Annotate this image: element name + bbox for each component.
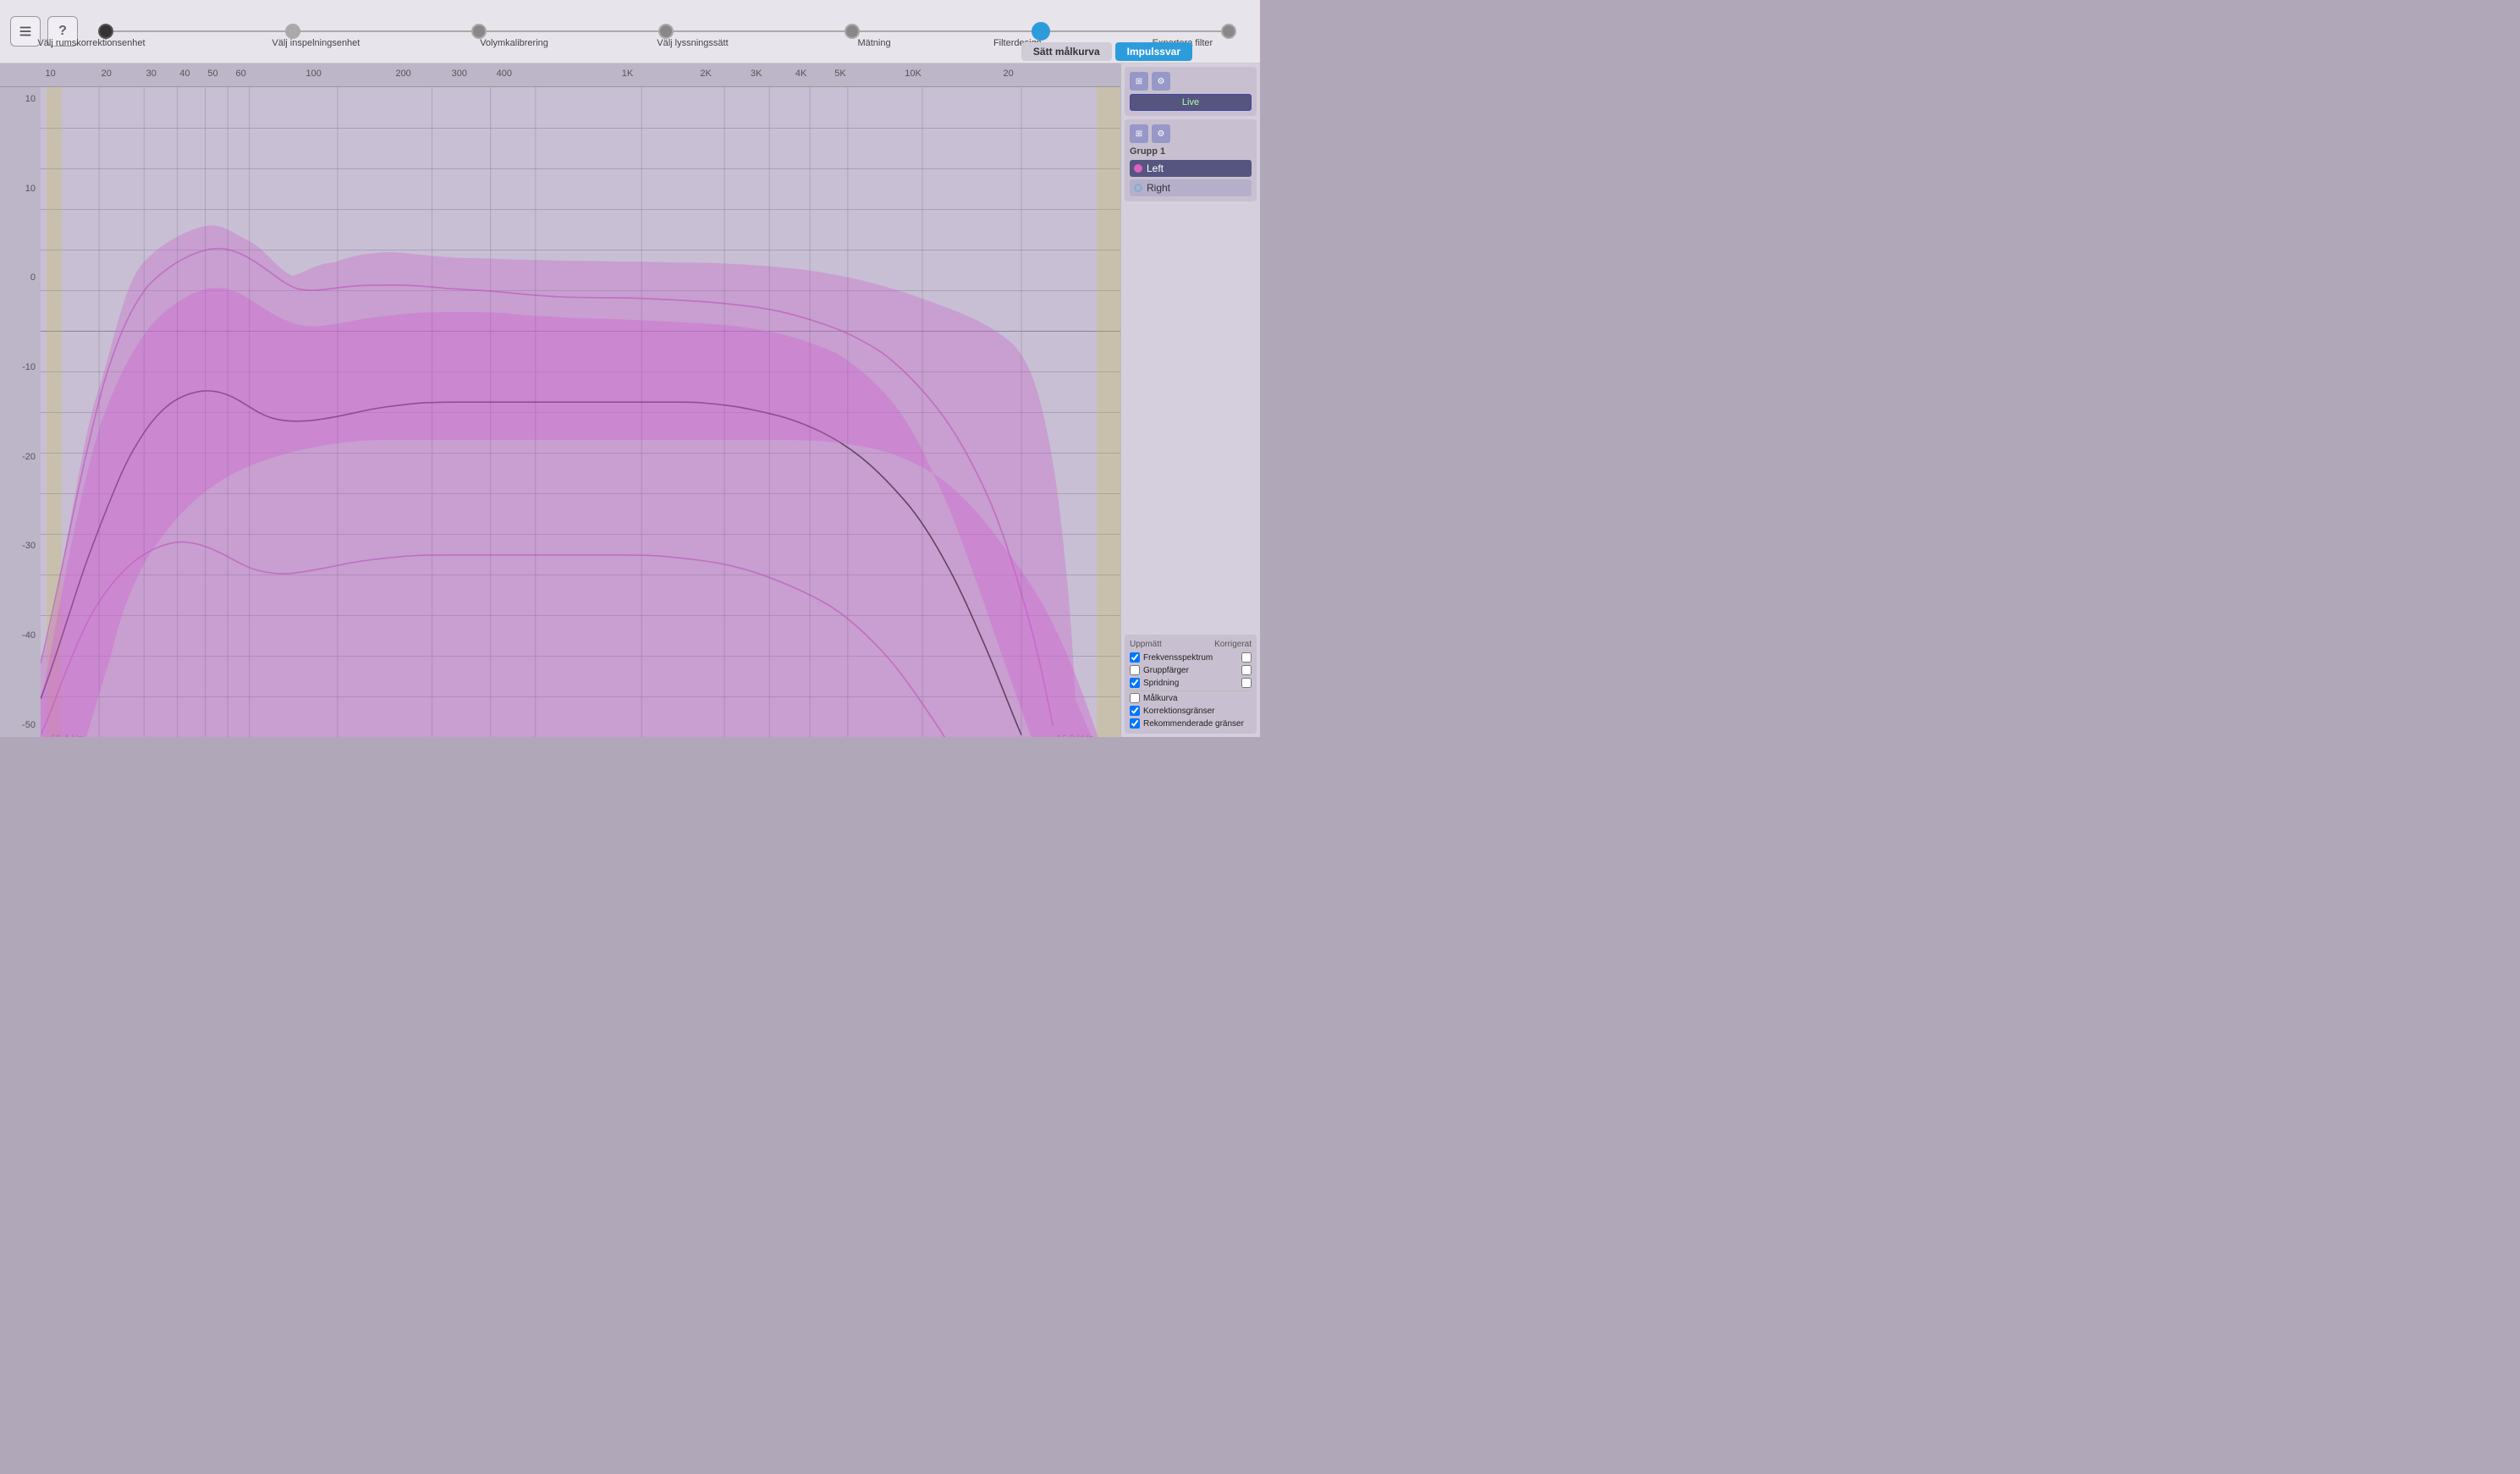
channel-right[interactable]: Right <box>1130 179 1252 196</box>
db-m20: -20 <box>5 452 36 462</box>
panel-section-live: ⊞ ⚙ Live <box>1125 67 1257 116</box>
cb-spridning-uppmatt[interactable] <box>1130 678 1140 688</box>
panel-section-checkboxes: Uppmätt Korrigerat Frekvensspektrum Grup… <box>1125 635 1257 734</box>
live-button[interactable]: Live <box>1130 94 1252 111</box>
freq-label-40: 40 <box>179 69 190 79</box>
channel-left[interactable]: Left <box>1130 160 1252 177</box>
dot-right <box>1134 184 1142 192</box>
cb-label-rekgrns: Rekommenderade gränser <box>1143 719 1252 729</box>
step-4-label: Välj lyssningssätt <box>657 38 728 48</box>
freq-label-400: 400 <box>497 69 512 79</box>
cb-row-rekgrns: Rekommenderade gränser <box>1130 718 1252 729</box>
db-10: 10 <box>5 184 36 194</box>
step-3-label: Volymkalibrering <box>480 38 548 48</box>
step-7-node[interactable] <box>1221 24 1236 39</box>
panel-section-channels: ⊞ ⚙ Grupp 1 Left Right <box>1125 119 1257 201</box>
freq-label-4k: 4K <box>795 69 806 79</box>
step-1-label: Välj rumskorrektionsenhet <box>37 38 145 48</box>
cb-label-korrgrns: Korrektionsgränser <box>1143 707 1252 716</box>
cb-row-grupp: Gruppfärger <box>1130 665 1252 675</box>
panel-row-live: ⊞ ⚙ <box>1130 72 1252 91</box>
db-0: 0 <box>5 272 36 283</box>
cb-rekgrns[interactable] <box>1130 718 1140 729</box>
db-10top: 10 <box>5 94 36 104</box>
step-1-node[interactable] <box>98 24 113 39</box>
step-3-node[interactable] <box>471 24 487 39</box>
step-2-node[interactable] <box>285 24 300 39</box>
filter-tabs: Sätt målkurva Impulssvar <box>1021 42 1192 61</box>
panel-row-ch-icons: ⊞ ⚙ <box>1130 124 1252 143</box>
view-icon-2[interactable]: ⚙ <box>1152 72 1170 91</box>
group-title: Grupp 1 <box>1130 146 1252 157</box>
freq-label-30: 30 <box>146 69 157 79</box>
db-axis: 10 10 0 -10 -20 -30 -40 -50 <box>0 87 41 737</box>
freq-label-50: 50 <box>207 69 217 79</box>
freq-label-2k: 2K <box>700 69 711 79</box>
db-m50: -50 <box>5 720 36 730</box>
cb-row-freq: Frekvensspektrum <box>1130 652 1252 663</box>
cb-grupp-uppmatt[interactable] <box>1130 665 1140 675</box>
cb-label-spridning: Spridning <box>1143 679 1241 688</box>
cb-malkurva[interactable] <box>1130 693 1140 703</box>
cb-spridning-korr[interactable] <box>1241 678 1252 688</box>
top-bar: ? Välj rumskorrektionsenhet Välj inspeln… <box>0 0 1260 63</box>
dot-left <box>1134 164 1142 173</box>
separator-1 <box>1130 690 1252 691</box>
channel-left-label: Left <box>1147 162 1164 174</box>
cb-row-spridning: Spridning <box>1130 678 1252 688</box>
freq-label-3k: 3K <box>751 69 762 79</box>
step-5-node[interactable] <box>845 24 860 39</box>
freq-label-100: 100 <box>306 69 322 79</box>
freq-label-200: 200 <box>395 69 410 79</box>
header-korrigerat: Korrigerat <box>1214 640 1252 649</box>
cb-korrgrns[interactable] <box>1130 706 1140 716</box>
freq-label-300: 300 <box>452 69 467 79</box>
channel-right-label: Right <box>1147 182 1170 194</box>
step-6-node[interactable] <box>1032 22 1050 41</box>
step-4-node[interactable] <box>658 24 674 39</box>
cb-freq-uppmatt[interactable] <box>1130 652 1140 663</box>
tab-målkurva[interactable]: Sätt målkurva <box>1021 42 1112 61</box>
freq-label-10k: 10K <box>905 69 922 79</box>
tab-impulssvar[interactable]: Impulssvar <box>1115 42 1192 61</box>
ch-view-icon-1[interactable]: ⊞ <box>1130 124 1148 143</box>
cb-grupp-korr[interactable] <box>1241 665 1252 675</box>
freq-label-5k: 5K <box>834 69 845 79</box>
chart-area: 10 20 30 40 50 60 100 200 300 400 1K 2K … <box>0 63 1120 737</box>
cb-label-freq: Frekvensspektrum <box>1143 653 1241 663</box>
freq-label-60: 60 <box>236 69 246 79</box>
chart-body: 10 10 0 -10 -20 -30 -40 -50 <box>0 87 1120 737</box>
menu-button[interactable] <box>10 16 41 47</box>
spacer <box>1125 205 1257 631</box>
freq-label-20k: 20 <box>1003 69 1013 79</box>
frequency-response-chart <box>41 87 1120 737</box>
db-m10: -10 <box>5 362 36 372</box>
view-icon-1[interactable]: ⊞ <box>1130 72 1148 91</box>
cb-label-grupp: Gruppfärger <box>1143 666 1241 675</box>
main-content: 10 20 30 40 50 60 100 200 300 400 1K 2K … <box>0 63 1260 737</box>
ch-view-icon-2[interactable]: ⚙ <box>1152 124 1170 143</box>
db-m30: -30 <box>5 541 36 551</box>
cb-freq-korr[interactable] <box>1241 652 1252 663</box>
freq-axis: 10 20 30 40 50 60 100 200 300 400 1K 2K … <box>0 63 1120 87</box>
header-uppmatt: Uppmätt <box>1130 640 1214 649</box>
step-2-label: Välj inspelningsenhet <box>272 38 360 48</box>
side-panel: ⊞ ⚙ Live ⊞ ⚙ Grupp 1 Left Right <box>1120 63 1260 737</box>
cb-label-malkurva: Målkurva <box>1143 694 1252 703</box>
cb-row-malkurva: Målkurva <box>1130 693 1252 703</box>
freq-label-10: 10 <box>45 69 55 79</box>
step-5-label: Mätning <box>857 38 890 48</box>
cb-row-korrgrns: Korrektionsgränser <box>1130 706 1252 716</box>
freq-label-20: 20 <box>102 69 112 79</box>
db-m40: -40 <box>5 630 36 641</box>
freq-label-1k: 1K <box>622 69 633 79</box>
